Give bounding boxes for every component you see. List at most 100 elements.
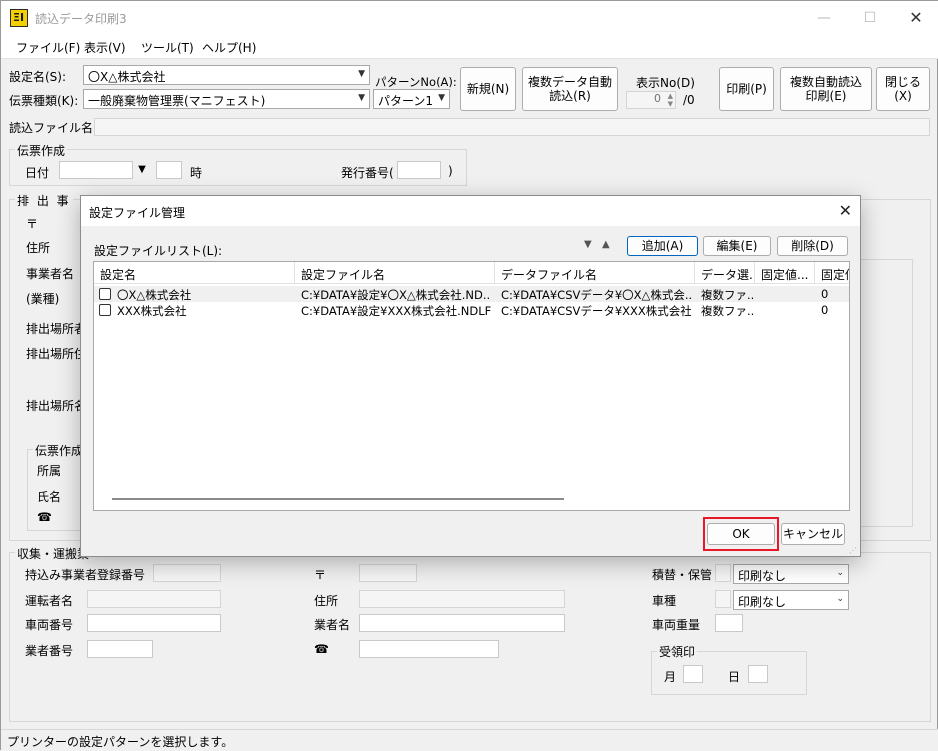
resize-grip-icon[interactable]: ⋰ bbox=[849, 546, 857, 555]
main-window: ΞI 読込データ印刷3 — ☐ ✕ ファイル(F) 表示(V) ツール(T) ヘ… bbox=[0, 0, 938, 751]
calendar-dropdown-icon[interactable]: ▼ bbox=[135, 161, 149, 179]
print-button[interactable]: 印刷(P) bbox=[719, 67, 774, 111]
menu-help[interactable]: ヘルプ(H) bbox=[202, 39, 256, 56]
slip-type-select[interactable]: 一般廃棄物管理票(マニフェスト) ▼ bbox=[83, 89, 370, 109]
menu-tools[interactable]: ツール(T) bbox=[141, 39, 194, 56]
hour-field[interactable] bbox=[156, 161, 182, 179]
chevron-down-icon: ▼ bbox=[358, 93, 365, 103]
menu-file[interactable]: ファイル(F) bbox=[16, 39, 80, 56]
date-label: 日付 bbox=[25, 166, 50, 180]
chevron-down-icon: ▼ bbox=[358, 69, 365, 79]
setting-name-select[interactable]: 〇X△株式会社 ▼ bbox=[83, 65, 370, 85]
vehicle-type-value: 印刷なし bbox=[738, 595, 787, 609]
row-checkbox[interactable] bbox=[99, 288, 111, 300]
row-fixed-value-2: 0 bbox=[821, 287, 829, 301]
add-button[interactable]: 追加(A) bbox=[627, 236, 698, 256]
name-label: 氏名 bbox=[37, 490, 62, 504]
display-no-spinner[interactable]: 0 ▲ ▼ bbox=[626, 91, 676, 109]
display-no-value: 0 bbox=[654, 92, 661, 105]
settings-list-label: 設定ファイルリスト(L): bbox=[94, 244, 223, 258]
pattern-select[interactable]: パターン1 ▼ bbox=[373, 89, 450, 109]
collection-company-field[interactable] bbox=[359, 614, 565, 632]
collection-postal-label: 〒 bbox=[314, 568, 327, 582]
site-address-label: 排出場所住 bbox=[26, 347, 87, 361]
move-down-icon[interactable]: ▼ bbox=[584, 239, 592, 250]
registration-field[interactable] bbox=[153, 564, 221, 582]
registration-label: 持込み事業者登録番号 bbox=[25, 568, 146, 582]
row-setting-name: 〇X△株式会社 bbox=[117, 288, 192, 302]
emitter-address-label: 住所 bbox=[26, 241, 51, 255]
month-label: 月 bbox=[664, 670, 677, 684]
delete-button[interactable]: 削除(D) bbox=[777, 236, 848, 256]
table-row[interactable]: 〇X△株式会社 C:¥DATA¥設定¥〇X△株式会社.ND... C:¥DATA… bbox=[94, 286, 849, 302]
transship-code-field[interactable] bbox=[715, 564, 731, 582]
vehicle-weight-field[interactable] bbox=[715, 614, 743, 632]
pattern-no-label: パターンNo(A): bbox=[375, 75, 457, 89]
site-label-3: 排出場所名 bbox=[26, 399, 87, 413]
collection-postal-field[interactable] bbox=[359, 564, 417, 582]
hour-label: 時 bbox=[190, 166, 203, 180]
close-button[interactable]: 閉じる(X) bbox=[876, 67, 930, 111]
horizontal-scrollbar[interactable] bbox=[112, 498, 564, 500]
vehicle-type-code-field[interactable] bbox=[715, 590, 731, 608]
menu-view[interactable]: 表示(V) bbox=[84, 39, 126, 56]
auto-import-button[interactable]: 複数データ自動 読込(R) bbox=[522, 67, 618, 111]
app-icon: ΞI bbox=[10, 9, 28, 27]
chevron-down-icon: ⌄ bbox=[836, 568, 844, 578]
column-header[interactable]: データ選... bbox=[695, 262, 755, 284]
pattern-value: パターン1 bbox=[378, 94, 434, 108]
row-setting-file: C:¥DATA¥設定¥〇X△株式会社.ND... bbox=[301, 288, 491, 302]
spinner-arrows-icon[interactable]: ▲ ▼ bbox=[668, 92, 673, 108]
list-header: 設定名 設定ファイル名 データファイル名 データ選... 固定値... 固定値 bbox=[94, 262, 849, 284]
issue-no-field[interactable] bbox=[397, 161, 441, 179]
auto-import-print-button[interactable]: 複数自動読込 印刷(E) bbox=[780, 67, 872, 111]
minimize-button[interactable]: — bbox=[813, 7, 835, 29]
row-setting-name: XXX株式会社 bbox=[117, 304, 187, 318]
dialog-title: 設定ファイル管理 bbox=[89, 206, 186, 220]
slip-type-label: 伝票種類(K): bbox=[9, 94, 79, 108]
move-up-icon[interactable]: ▲ bbox=[602, 239, 610, 250]
company-no-label: 業者番号 bbox=[25, 644, 74, 658]
month-field[interactable] bbox=[683, 665, 703, 683]
column-header[interactable]: データファイル名 bbox=[495, 262, 695, 284]
display-no-total: /0 bbox=[683, 93, 695, 107]
column-header[interactable]: 固定値 bbox=[815, 262, 849, 284]
collection-phone-field[interactable] bbox=[359, 640, 499, 658]
company-no-field[interactable] bbox=[87, 640, 153, 658]
close-window-button[interactable]: ✕ bbox=[905, 7, 927, 29]
display-no-label: 表示No(D) bbox=[636, 76, 695, 90]
row-data-select: 複数ファ... bbox=[701, 304, 753, 318]
edit-button[interactable]: 編集(E) bbox=[703, 236, 771, 256]
vehicle-type-select[interactable]: 印刷なし ⌄ bbox=[733, 590, 849, 610]
column-header[interactable]: 固定値... bbox=[755, 262, 815, 284]
maximize-button[interactable]: ☐ bbox=[859, 7, 881, 29]
dept-label: 所属 bbox=[37, 464, 62, 478]
slip-type-value: 一般廃棄物管理票(マニフェスト) bbox=[88, 94, 266, 108]
column-header[interactable]: 設定名 bbox=[94, 262, 295, 284]
vehicle-no-label: 車両番号 bbox=[25, 618, 74, 632]
collection-address-field[interactable] bbox=[359, 590, 565, 608]
date-field[interactable] bbox=[59, 161, 133, 179]
day-field[interactable] bbox=[748, 665, 768, 683]
vehicle-no-field[interactable] bbox=[87, 614, 221, 632]
cancel-button[interactable]: キャンセル bbox=[781, 523, 845, 545]
chevron-down-icon: ▼ bbox=[438, 93, 445, 103]
driver-field[interactable] bbox=[87, 590, 221, 608]
emitter-sub-title: 伝票作成 bbox=[33, 442, 86, 459]
row-checkbox[interactable] bbox=[99, 304, 111, 316]
dialog-close-icon[interactable]: ✕ bbox=[839, 201, 852, 220]
import-file-label: 読込ファイル名 bbox=[9, 121, 94, 135]
settings-file-list[interactable]: 設定名 設定ファイル名 データファイル名 データ選... 固定値... 固定値 … bbox=[93, 261, 850, 511]
import-file-field[interactable] bbox=[94, 118, 930, 136]
emitter-title: 排 出 事 bbox=[15, 192, 73, 209]
driver-label: 運転者名 bbox=[25, 594, 74, 608]
column-header[interactable]: 設定ファイル名 bbox=[295, 262, 495, 284]
table-row[interactable]: XXX株式会社 C:¥DATA¥設定¥XXX株式会社.NDLF C:¥DATA¥… bbox=[94, 302, 849, 318]
collection-address-label: 住所 bbox=[314, 594, 339, 608]
ok-highlight-box bbox=[703, 517, 779, 551]
new-button[interactable]: 新規(N) bbox=[460, 67, 516, 111]
row-data-select: 複数ファ... bbox=[701, 288, 753, 302]
emitter-postal-label: 〒 bbox=[26, 217, 39, 231]
transship-select[interactable]: 印刷なし ⌄ bbox=[733, 564, 849, 584]
setting-name-value: 〇X△株式会社 bbox=[88, 70, 166, 84]
